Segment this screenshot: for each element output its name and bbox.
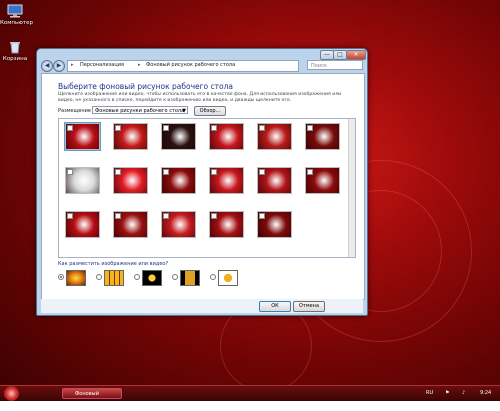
- desktop-icon-recycle-bin[interactable]: Корзина: [0, 40, 30, 62]
- wallpaper-thumbnail[interactable]: [113, 123, 148, 150]
- thumbnail-checkbox[interactable]: [307, 125, 313, 131]
- close-button[interactable]: ✕: [346, 50, 366, 60]
- cancel-button[interactable]: Отмена: [293, 301, 325, 312]
- desktop-icon-label: Корзина: [2, 56, 28, 62]
- gallery-scrollbar[interactable]: [348, 119, 355, 257]
- thumbnail-checkbox[interactable]: [115, 125, 121, 131]
- clock[interactable]: 9:24: [480, 390, 491, 396]
- wallpaper-thumbnail[interactable]: [257, 167, 292, 194]
- thumbnail-checkbox[interactable]: [307, 169, 313, 175]
- position-tile-image: [104, 270, 124, 286]
- ok-button[interactable]: ОК: [259, 301, 291, 312]
- placement-dropdown[interactable]: Фоновые рисунки рабочего стола ▼: [92, 106, 188, 114]
- wallpaper-thumbnail[interactable]: [161, 211, 196, 238]
- dialog-footer: ОК Отмена: [41, 299, 363, 313]
- search-input[interactable]: Поиск: [307, 60, 363, 70]
- thumbnail-checkbox[interactable]: [259, 169, 265, 175]
- position-stretch-image: [142, 270, 162, 286]
- content-pane: Выберите фоновый рисунок рабочего стола …: [41, 73, 365, 300]
- minimize-button[interactable]: —: [320, 50, 334, 60]
- radio-center[interactable]: [210, 274, 216, 280]
- computer-icon: [7, 4, 23, 18]
- placement-value: Фоновые рисунки рабочего стола: [95, 108, 185, 114]
- radio-tile[interactable]: [96, 274, 102, 280]
- radio-stretch[interactable]: [134, 274, 140, 280]
- placement-label: Размещение: [58, 108, 91, 114]
- wallpaper-thumbnail[interactable]: [257, 123, 292, 150]
- start-button[interactable]: [4, 386, 19, 401]
- thumbnail-checkbox[interactable]: [115, 169, 121, 175]
- wallpaper-thumbnail[interactable]: [113, 211, 148, 238]
- thumbnail-checkbox[interactable]: [163, 125, 169, 131]
- wallpaper-thumbnail[interactable]: [305, 167, 340, 194]
- radio-fit[interactable]: [172, 274, 178, 280]
- wallpaper-thumbnail[interactable]: [257, 211, 292, 238]
- thumbnail-checkbox[interactable]: [259, 213, 265, 219]
- maximize-button[interactable]: □: [333, 50, 347, 60]
- thumbnail-checkbox[interactable]: [115, 213, 121, 219]
- wallpaper-thumbnail[interactable]: [113, 167, 148, 194]
- back-button[interactable]: ◀: [41, 60, 53, 72]
- window-titlebar[interactable]: — □ ✕: [37, 49, 367, 60]
- wallpaper-thumbnail[interactable]: [161, 123, 196, 150]
- breadcrumb-item-desktop-background[interactable]: Фоновый рисунок рабочего стола: [146, 62, 235, 68]
- thumbnail-checkbox[interactable]: [67, 169, 73, 175]
- thumbnail-checkbox[interactable]: [259, 125, 265, 131]
- breadcrumb[interactable]: ▸ Персонализация ▸ Фоновый рисунок рабоч…: [67, 60, 299, 72]
- chevron-down-icon: ▼: [182, 108, 186, 114]
- page-title: Выберите фоновый рисунок рабочего стола: [58, 82, 234, 91]
- thumbnail-checkbox[interactable]: [211, 125, 217, 131]
- position-fit-image: [180, 270, 200, 286]
- wallpaper-thumbnail[interactable]: [65, 211, 100, 238]
- browse-button[interactable]: Обзор...: [194, 106, 226, 116]
- desktop-icon-label: Компьютер: [0, 20, 33, 26]
- thumbnail-checkbox[interactable]: [67, 213, 73, 219]
- taskbar-item-background[interactable]: Фоновый рисунок...: [62, 388, 122, 408]
- wallpaper-gallery: [58, 118, 356, 258]
- position-center-image: [218, 270, 238, 286]
- desktop-icon-computer[interactable]: Компьютер: [0, 4, 33, 26]
- position-question: Как разместить изображение или видео?: [58, 261, 169, 267]
- thumbnail-checkbox[interactable]: [163, 213, 169, 219]
- breadcrumb-item-personalization[interactable]: Персонализация: [80, 62, 124, 68]
- page-description: Щелкните изображение или видео, чтобы ис…: [58, 92, 342, 103]
- wallpaper-thumbnail[interactable]: [65, 167, 100, 194]
- wallpaper-thumbnail[interactable]: [161, 167, 196, 194]
- thumbnail-checkbox[interactable]: [211, 213, 217, 219]
- breadcrumb-separator: ▸: [138, 62, 141, 68]
- wallpaper-thumbnail[interactable]: [305, 123, 340, 150]
- address-bar: ◀ ▶ ▸ Персонализация ▸ Фоновый рисунок р…: [41, 60, 363, 72]
- flag-icon[interactable]: ⚑: [445, 390, 449, 396]
- wallpaper-thumbnail[interactable]: [209, 167, 244, 194]
- speaker-icon[interactable]: ♪: [462, 390, 465, 396]
- thumbnail-checkbox[interactable]: [163, 169, 169, 175]
- thumbnail-checkbox[interactable]: [211, 169, 217, 175]
- wallpaper-thumbnail[interactable]: [209, 123, 244, 150]
- breadcrumb-separator: ▸: [71, 62, 74, 68]
- position-fill-image: [66, 270, 86, 286]
- wallpaper-thumbnail[interactable]: [209, 211, 244, 238]
- wallpaper-thumbnail[interactable]: [64, 122, 101, 151]
- desktop-background-window: — □ ✕ ◀ ▶ ▸ Персонализация ▸ Фоновый рис…: [36, 48, 368, 316]
- thumbnail-checkbox[interactable]: [67, 125, 73, 131]
- taskbar: Фоновый рисунок... RU ⚑ ♪ 9:24: [0, 385, 500, 408]
- radio-fill[interactable]: [58, 274, 64, 280]
- forward-button[interactable]: ▶: [53, 60, 65, 72]
- recycle-bin-icon: [7, 40, 23, 54]
- language-indicator[interactable]: RU: [426, 390, 433, 396]
